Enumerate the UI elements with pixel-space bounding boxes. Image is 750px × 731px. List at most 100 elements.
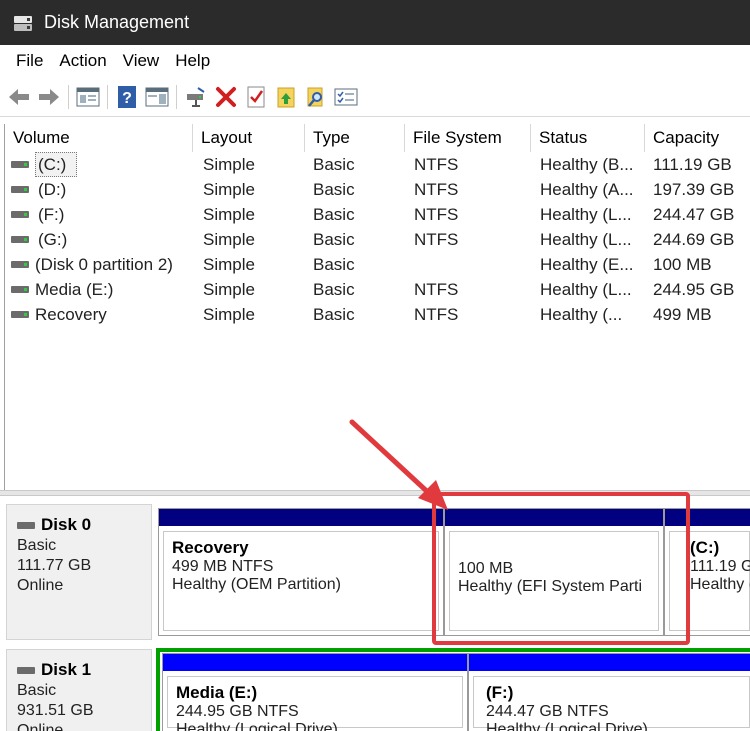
partition-bar xyxy=(445,509,663,526)
forward-arrow-icon[interactable] xyxy=(36,84,62,110)
cell-file-system: NTFS xyxy=(414,205,459,224)
cell-volume: (Disk 0 partition 2) xyxy=(35,255,173,274)
disk-type: Basic xyxy=(17,537,57,554)
volume-list[interactable]: Volume Layout Type File System Status Ca… xyxy=(4,124,750,490)
disk-name: Disk 1 xyxy=(41,660,92,679)
table-row[interactable]: Recovery Simple Basic NTFS Healthy (... … xyxy=(5,302,750,327)
check-icon[interactable] xyxy=(243,84,269,110)
partition-bar xyxy=(159,509,443,526)
search-folder-icon[interactable] xyxy=(303,84,329,110)
partition-status: Healthy (B xyxy=(690,576,750,593)
table-row[interactable]: (C:) Simple Basic NTFS Healthy (B... 111… xyxy=(5,152,750,177)
menu-action[interactable]: Action xyxy=(51,51,114,71)
disk-size: 111.77 GB xyxy=(17,557,92,574)
partition-status: Healthy (OEM Partition) xyxy=(172,576,341,593)
cell-capacity: 100 MB xyxy=(653,255,712,274)
drive-icon xyxy=(11,286,29,293)
title-bar: Disk Management xyxy=(0,0,750,45)
partition-recovery[interactable]: Recovery 499 MB NTFS Healthy (OEM Partit… xyxy=(158,508,444,636)
partition-size: 100 MB xyxy=(458,560,514,577)
drive-icon xyxy=(11,261,29,268)
cell-type: Basic xyxy=(313,205,355,224)
partition-size: 244.47 GB NTFS xyxy=(486,703,609,720)
cell-status: Healthy (... xyxy=(540,305,623,324)
cell-layout: Simple xyxy=(203,205,255,224)
table-row[interactable]: Media (E:) Simple Basic NTFS Healthy (L.… xyxy=(5,277,750,302)
drive-icon xyxy=(11,186,29,193)
help-icon[interactable]: ? xyxy=(114,84,140,110)
table-row[interactable]: (G:) Simple Basic NTFS Healthy (L... 244… xyxy=(5,227,750,252)
partition-media-e[interactable]: Media (E:) 244.95 GB NTFS Healthy (Logic… xyxy=(162,653,468,731)
partition-bar xyxy=(163,654,467,671)
svg-text:?: ? xyxy=(122,90,132,107)
volume-list-header: Volume Layout Type File System Status Ca… xyxy=(5,124,750,152)
window-title: Disk Management xyxy=(44,12,190,32)
cell-type: Basic xyxy=(313,180,355,199)
partition-status: Healthy (EFI System Parti xyxy=(458,578,643,595)
console-tree-icon[interactable] xyxy=(75,84,101,110)
menu-view[interactable]: View xyxy=(115,51,168,71)
toolbar-separator xyxy=(176,84,177,109)
list-view-icon[interactable] xyxy=(333,84,359,110)
column-header-file-system[interactable]: File System xyxy=(405,124,531,152)
table-row[interactable]: (F:) Simple Basic NTFS Healthy (L... 244… xyxy=(5,202,750,227)
folder-up-icon[interactable] xyxy=(273,84,299,110)
menu-file[interactable]: File xyxy=(8,51,51,71)
column-header-type[interactable]: Type xyxy=(305,124,405,152)
cell-volume: (G:) xyxy=(38,230,68,249)
cell-layout: Simple xyxy=(203,230,255,249)
partition-f-drive[interactable]: (F:) 244.47 GB NTFS Healthy (Logical Dri… xyxy=(468,653,750,731)
toolbar-separator xyxy=(68,84,69,109)
partition-efi-system[interactable]: 100 MB Healthy (EFI System Parti xyxy=(444,508,664,636)
drive-icon xyxy=(11,211,29,218)
cell-file-system: NTFS xyxy=(414,280,459,299)
cell-layout: Simple xyxy=(203,180,255,199)
drive-icon xyxy=(11,161,29,168)
disk-management-icon xyxy=(12,12,34,34)
column-header-volume[interactable]: Volume xyxy=(5,124,193,152)
partition-size: 111.19 GB xyxy=(690,558,750,575)
disk-icon xyxy=(17,521,35,529)
drive-icon xyxy=(11,236,29,243)
disk-0-label[interactable]: Disk 0 Basic 111.77 GB Online xyxy=(6,504,152,640)
cell-file-system: NTFS xyxy=(414,230,459,249)
disk-type: Basic xyxy=(17,682,57,699)
cell-volume: Media (E:) xyxy=(35,280,114,299)
cell-capacity: 111.19 GB xyxy=(653,155,732,174)
table-row[interactable]: (D:) Simple Basic NTFS Healthy (A... 197… xyxy=(5,177,750,202)
toolbar-separator xyxy=(107,84,108,109)
partition-name: (C:) xyxy=(690,538,720,557)
back-arrow-icon[interactable] xyxy=(6,84,32,110)
cell-volume: (C:) xyxy=(35,152,77,177)
disk-size: 931.51 GB xyxy=(17,702,94,719)
cell-file-system: NTFS xyxy=(414,155,459,174)
partition-bar xyxy=(665,509,750,526)
partition-name: Recovery xyxy=(172,538,249,557)
properties-pane-icon[interactable] xyxy=(144,84,170,110)
cell-layout: Simple xyxy=(203,280,255,299)
cell-type: Basic xyxy=(313,280,355,299)
cell-file-system: NTFS xyxy=(414,180,459,199)
disk-1-label[interactable]: Disk 1 Basic 931.51 GB Online xyxy=(6,649,152,731)
cell-file-system: NTFS xyxy=(414,305,459,324)
menu-help[interactable]: Help xyxy=(167,51,218,71)
table-row[interactable]: (Disk 0 partition 2) Simple Basic Health… xyxy=(5,252,750,277)
disk-map: Disk 0 Basic 111.77 GB Online Recovery 4… xyxy=(0,496,750,731)
column-header-capacity[interactable]: Capacity xyxy=(645,124,750,152)
partition-name: (F:) xyxy=(486,683,514,702)
column-header-layout[interactable]: Layout xyxy=(193,124,305,152)
column-header-status[interactable]: Status xyxy=(531,124,645,152)
partition-size: 244.95 GB NTFS xyxy=(176,703,299,720)
cell-layout: Simple xyxy=(203,305,255,324)
cell-status: Healthy (A... xyxy=(540,180,634,199)
partition-status: Healthy (Logical Drive) xyxy=(486,721,648,731)
disk-state: Online xyxy=(17,722,64,731)
cell-status: Healthy (L... xyxy=(540,230,632,249)
connect-drive-icon[interactable] xyxy=(183,84,209,110)
cell-capacity: 499 MB xyxy=(653,305,712,324)
cell-status: Healthy (B... xyxy=(540,155,634,174)
delete-icon[interactable] xyxy=(213,84,239,110)
partition-c-drive[interactable]: (C:) 111.19 GB Healthy (B xyxy=(664,508,750,636)
cell-status: Healthy (L... xyxy=(540,205,632,224)
toolbar: ? xyxy=(0,77,750,117)
